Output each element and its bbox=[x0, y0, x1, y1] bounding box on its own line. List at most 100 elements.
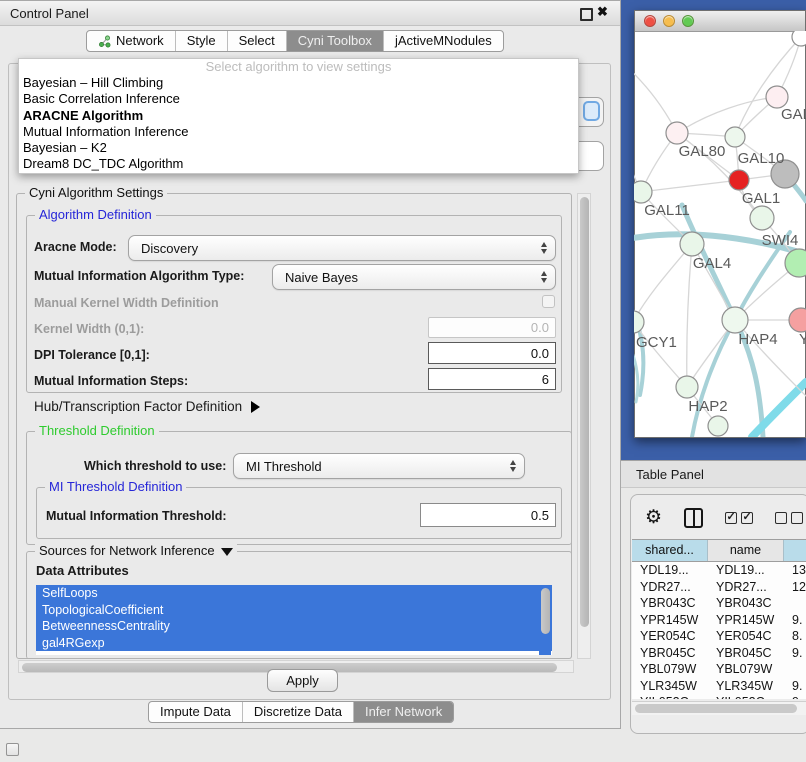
network-node[interactable] bbox=[789, 308, 806, 332]
scrollbar-thumb[interactable] bbox=[541, 588, 550, 634]
table-cell[interactable]: YDR27... bbox=[708, 579, 784, 596]
data-attributes-list[interactable]: SelfLoopsTopologicalCoefficientBetweenne… bbox=[36, 585, 552, 655]
table-cell[interactable]: YBR043C bbox=[632, 595, 708, 612]
table-cell[interactable]: YER054C bbox=[708, 628, 784, 645]
table-cell[interactable]: 13 bbox=[784, 562, 806, 579]
table-cell[interactable]: YPR145W bbox=[708, 612, 784, 629]
close-traffic-light-icon[interactable] bbox=[644, 15, 656, 27]
tab-infer-network[interactable]: Infer Network bbox=[353, 702, 453, 722]
network-window-titlebar[interactable] bbox=[635, 11, 805, 32]
network-edge[interactable] bbox=[687, 244, 692, 387]
table-row[interactable]: YDR27...YDR27...12 bbox=[632, 579, 806, 596]
aracne-mode-select[interactable]: Discovery bbox=[128, 235, 556, 261]
table-cell[interactable]: YBR043C bbox=[708, 595, 784, 612]
hub-tf-definition-toggle[interactable]: Hub/Transcription Factor Definition bbox=[34, 399, 260, 414]
table-cell[interactable]: YBR045C bbox=[708, 645, 784, 662]
network-node[interactable] bbox=[634, 311, 644, 333]
column-header-name[interactable]: name bbox=[708, 540, 784, 561]
minimize-traffic-light-icon[interactable] bbox=[663, 15, 675, 27]
manual-kernel-checkbox[interactable] bbox=[542, 295, 555, 308]
zoom-traffic-light-icon[interactable] bbox=[682, 15, 694, 27]
kernel-width-input[interactable]: 0.0 bbox=[428, 317, 556, 338]
table-cell[interactable]: YDR27... bbox=[632, 579, 708, 596]
network-edge[interactable] bbox=[634, 62, 677, 133]
tab-jactivemnodules[interactable]: jActiveMNodules bbox=[383, 31, 503, 51]
table-cell[interactable]: YER054C bbox=[632, 628, 708, 645]
algorithm-option[interactable]: Mutual Information Inference bbox=[19, 124, 578, 140]
which-threshold-select[interactable]: MI Threshold bbox=[233, 453, 525, 479]
network-node[interactable] bbox=[722, 307, 748, 333]
network-node[interactable] bbox=[708, 416, 728, 436]
table-row[interactable]: YDL19...YDL19...13 bbox=[632, 562, 806, 579]
tab-select[interactable]: Select bbox=[227, 31, 286, 51]
network-canvas[interactable]: GALGAL80GAL10GAL1GAL11SWI4GAL4GCY1HAP4YH… bbox=[634, 31, 806, 437]
float-window-icon[interactable] bbox=[580, 8, 593, 21]
network-node[interactable] bbox=[729, 170, 749, 190]
tab-impute-data[interactable]: Impute Data bbox=[149, 702, 242, 722]
columns-icon[interactable] bbox=[684, 508, 703, 528]
table-row[interactable]: YBL079WYBL079W bbox=[632, 661, 806, 678]
settings-vertical-scrollbar[interactable] bbox=[577, 193, 591, 659]
table-cell[interactable]: 9. bbox=[784, 645, 806, 662]
table-row[interactable]: YLR345WYLR345W9. bbox=[632, 678, 806, 695]
algorithm-option[interactable]: Bayesian – Hill Climbing bbox=[19, 75, 578, 91]
network-node[interactable] bbox=[725, 127, 745, 147]
table-row[interactable]: YBR043CYBR043C bbox=[632, 595, 806, 612]
tab-cyni-toolbox[interactable]: Cyni Toolbox bbox=[286, 31, 383, 51]
table-cell[interactable]: YIL052C bbox=[632, 694, 708, 699]
table-cell[interactable]: 9. bbox=[784, 612, 806, 629]
network-node[interactable] bbox=[785, 249, 806, 277]
network-node[interactable] bbox=[666, 122, 688, 144]
table-cell[interactable]: YDL19... bbox=[708, 562, 784, 579]
table-row[interactable]: YIL052CYIL052C9 bbox=[632, 694, 806, 699]
mi-type-select[interactable]: Naive Bayes bbox=[272, 264, 556, 290]
tab-style[interactable]: Style bbox=[175, 31, 227, 51]
table-row[interactable]: YBR045CYBR045C9. bbox=[632, 645, 806, 662]
dpi-tolerance-input[interactable]: 0.0 bbox=[428, 342, 556, 364]
table-cell[interactable]: YIL052C bbox=[708, 694, 784, 699]
data-attribute-item[interactable]: SelfLoops bbox=[36, 585, 552, 602]
table-cell[interactable]: 8. bbox=[784, 628, 806, 645]
table-horizontal-scrollbar[interactable] bbox=[632, 701, 806, 715]
gear-icon[interactable]: ⚙ bbox=[645, 508, 662, 527]
network-node[interactable] bbox=[676, 376, 698, 398]
docked-panel-icon[interactable] bbox=[6, 743, 19, 756]
table-row[interactable]: YER054CYER054C8. bbox=[632, 628, 806, 645]
network-node[interactable] bbox=[750, 206, 774, 230]
table-cell[interactable]: YBL079W bbox=[708, 661, 784, 678]
algorithm-option[interactable]: Dream8 DC_TDC Algorithm bbox=[19, 156, 578, 172]
close-panel-icon[interactable]: ✖ bbox=[597, 4, 608, 20]
table-cell[interactable] bbox=[784, 661, 806, 678]
network-node[interactable] bbox=[766, 86, 788, 108]
table-cell[interactable]: YLR345W bbox=[708, 678, 784, 695]
scrollbar-thumb[interactable] bbox=[580, 197, 589, 627]
data-attribute-item[interactable]: TopologicalCoefficient bbox=[36, 602, 552, 619]
scrollbar-thumb[interactable] bbox=[635, 704, 797, 713]
mi-threshold-input[interactable]: 0.5 bbox=[420, 503, 556, 527]
network-edge[interactable] bbox=[641, 180, 739, 192]
network-edge[interactable] bbox=[677, 97, 777, 133]
tab-network[interactable]: Network bbox=[87, 31, 175, 51]
table-cell[interactable]: YBL079W bbox=[632, 661, 708, 678]
column-header-clipped[interactable] bbox=[784, 540, 806, 561]
network-node[interactable] bbox=[634, 181, 652, 203]
expanded-arrow-icon[interactable] bbox=[221, 548, 233, 556]
data-attribute-item[interactable]: gal4RGexp bbox=[36, 635, 552, 652]
select-all-checkboxes-icon[interactable] bbox=[725, 512, 753, 524]
table-cell[interactable]: 9. bbox=[784, 678, 806, 695]
apply-button[interactable]: Apply bbox=[267, 669, 338, 692]
table-cell[interactable]: YDL19... bbox=[632, 562, 708, 579]
table-cell[interactable]: YBR045C bbox=[632, 645, 708, 662]
column-header-shared-name[interactable]: shared... bbox=[632, 540, 708, 561]
algorithm-option[interactable]: Basic Correlation Inference bbox=[19, 91, 578, 107]
list-vertical-scrollbar[interactable] bbox=[539, 585, 551, 655]
table-cell[interactable] bbox=[784, 595, 806, 612]
deselect-all-checkboxes-icon[interactable] bbox=[775, 512, 803, 524]
network-edge[interactable] bbox=[634, 244, 692, 322]
table-cell[interactable]: YLR345W bbox=[632, 678, 708, 695]
algorithm-option[interactable]: Bayesian – K2 bbox=[19, 140, 578, 156]
mi-steps-input[interactable]: 6 bbox=[428, 368, 556, 390]
table-cell[interactable]: 12 bbox=[784, 579, 806, 596]
data-attribute-item[interactable]: BetweennessCentrality bbox=[36, 618, 552, 635]
table-cell[interactable]: 9 bbox=[784, 694, 806, 699]
